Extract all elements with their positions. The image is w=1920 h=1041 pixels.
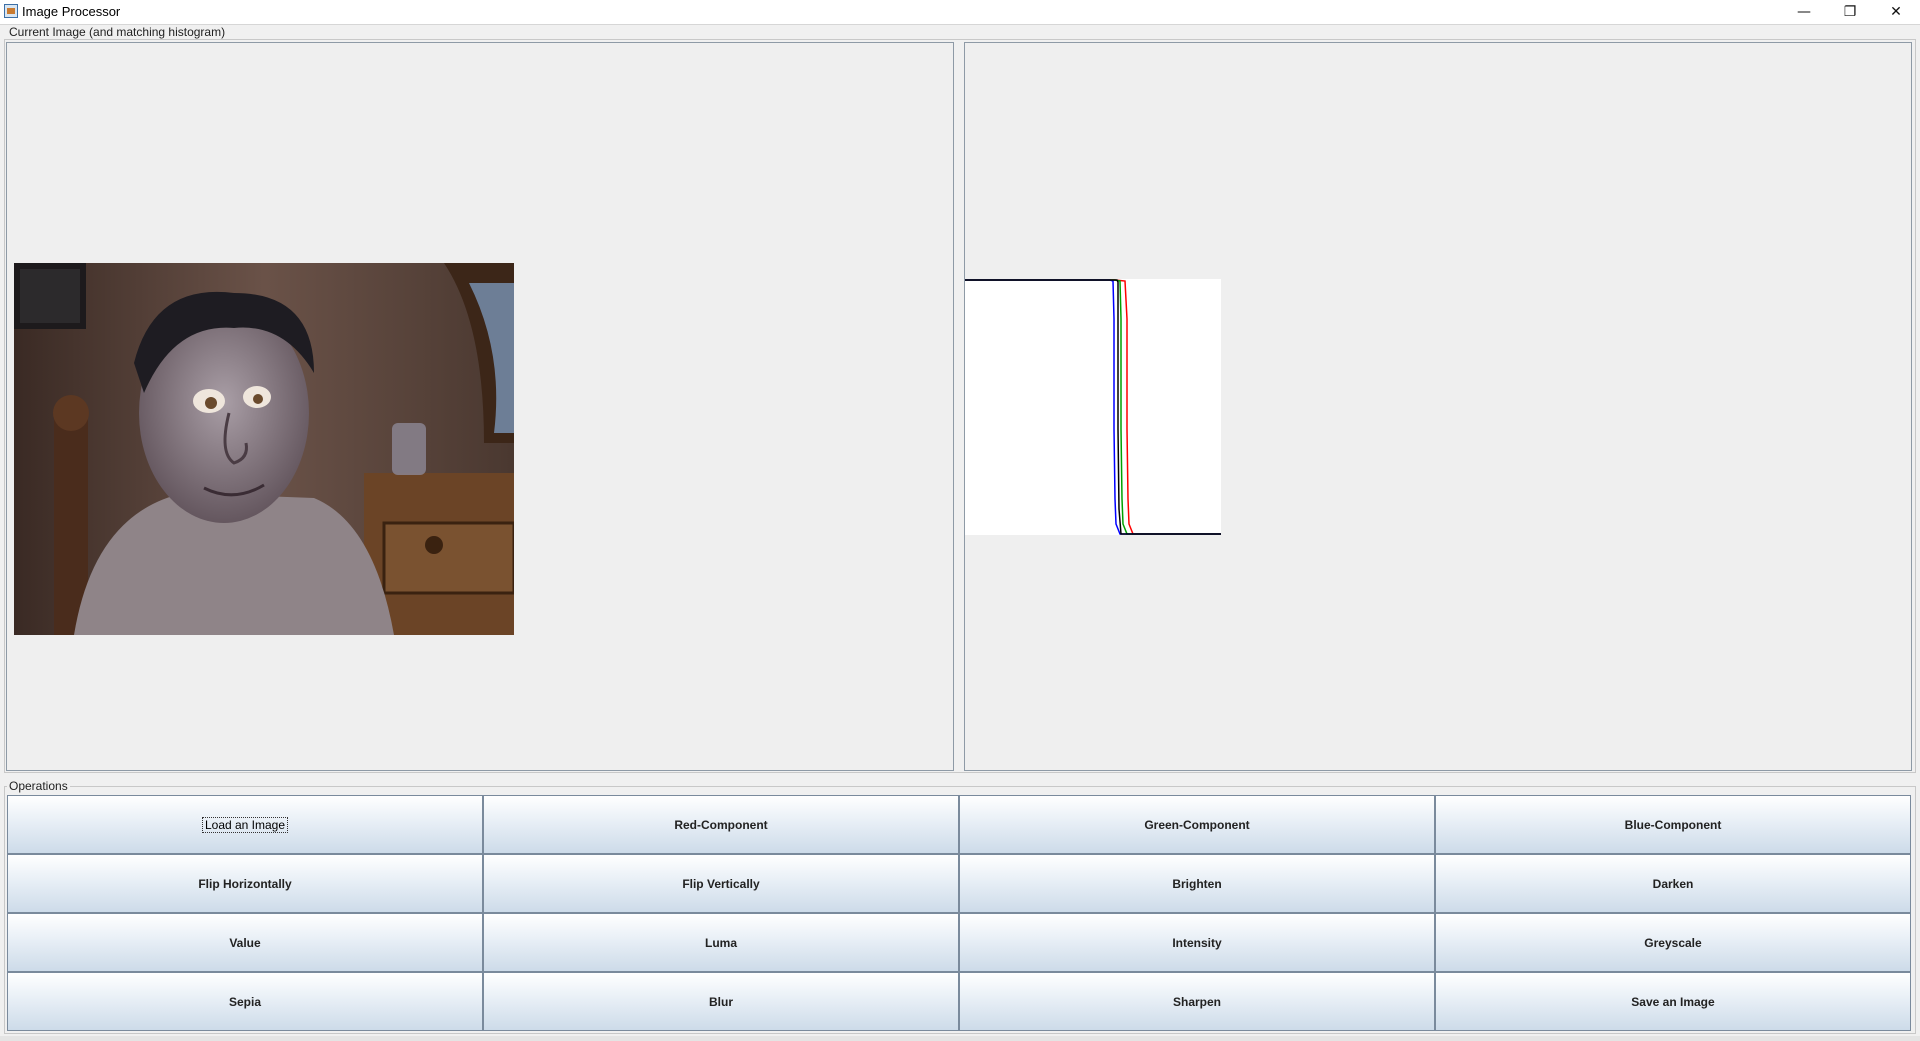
- blur-button[interactable]: Blur: [483, 972, 959, 1031]
- greyscale-button[interactable]: Greyscale: [1435, 913, 1911, 972]
- sharpen-button[interactable]: Sharpen: [959, 972, 1435, 1031]
- green-component-button[interactable]: Green-Component: [959, 795, 1435, 854]
- operations-group-title: Operations: [7, 779, 70, 793]
- current-image: [14, 263, 514, 635]
- current-image-picture: [14, 263, 514, 635]
- flip-vertically-button[interactable]: Flip Vertically: [483, 854, 959, 913]
- close-icon[interactable]: ✕: [1873, 0, 1919, 24]
- save-image-button[interactable]: Save an Image: [1435, 972, 1911, 1031]
- operations-grid: Load an Image Red-Component Green-Compon…: [7, 795, 1911, 1031]
- window-title: Image Processor: [22, 4, 121, 19]
- load-image-button[interactable]: Load an Image: [7, 795, 483, 854]
- window-bottom-edge: [0, 1036, 1920, 1041]
- window-titlebar: Image Processor — ❐ ✕: [0, 0, 1920, 25]
- histogram-panel[interactable]: [964, 42, 1912, 771]
- image-group-title: Current Image (and matching histogram): [7, 25, 228, 39]
- flip-horizontally-button[interactable]: Flip Horizontally: [7, 854, 483, 913]
- java-app-icon: [4, 4, 18, 18]
- darken-button[interactable]: Darken: [1435, 854, 1911, 913]
- histogram-chart: [965, 279, 1221, 535]
- intensity-button[interactable]: Intensity: [959, 913, 1435, 972]
- restore-icon[interactable]: ❐: [1827, 0, 1873, 24]
- load-image-label: Load an Image: [201, 816, 289, 833]
- red-component-button[interactable]: Red-Component: [483, 795, 959, 854]
- minimize-icon[interactable]: —: [1781, 0, 1827, 24]
- image-panel[interactable]: [6, 42, 954, 771]
- value-button[interactable]: Value: [7, 913, 483, 972]
- luma-button[interactable]: Luma: [483, 913, 959, 972]
- sepia-button[interactable]: Sepia: [7, 972, 483, 1031]
- blue-component-button[interactable]: Blue-Component: [1435, 795, 1911, 854]
- brighten-button[interactable]: Brighten: [959, 854, 1435, 913]
